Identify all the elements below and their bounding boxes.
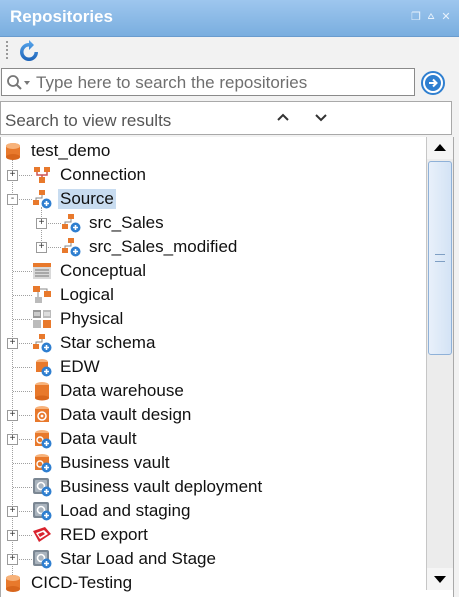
tree-connector [13, 487, 32, 488]
search-input[interactable] [36, 72, 408, 94]
collapse-icon[interactable]: - [7, 194, 18, 205]
tree-item-label[interactable]: Business vault deployment [58, 477, 264, 497]
tree-item[interactable]: + Data vault [1, 427, 427, 451]
tree-item[interactable]: + src_Sales [1, 211, 427, 235]
expand-icon[interactable]: + [7, 170, 18, 181]
tree-item-label[interactable]: Load and staging [58, 501, 192, 521]
close-icon[interactable]: ✕ [441, 10, 451, 23]
restore-icon[interactable]: ❐ [411, 10, 421, 23]
tree-item[interactable]: + Connection [1, 163, 427, 187]
tree-item-label[interactable]: test_demo [29, 141, 112, 161]
expand-icon[interactable]: + [7, 338, 18, 349]
tree-connector [13, 295, 32, 296]
data-vault-icon [35, 430, 52, 449]
tree-item[interactable]: + Load and staging [1, 499, 427, 523]
title-bar: Repositories ❐ ⩟ ✕ [0, 0, 459, 37]
toolbar [0, 37, 459, 65]
tree-item[interactable]: Business vault deployment [1, 475, 427, 499]
tree-item-label[interactable]: Physical [58, 309, 125, 329]
edw-icon [36, 359, 52, 377]
database-icon [6, 575, 20, 592]
tree-connector [13, 367, 32, 368]
pin-icon[interactable]: ⩟ [426, 10, 436, 23]
tree-item-label[interactable]: Data warehouse [58, 381, 186, 401]
tree-item[interactable]: + Star schema [1, 331, 427, 355]
physical-model-icon [33, 310, 51, 328]
scroll-down-button[interactable] [427, 568, 453, 590]
tree-item[interactable]: Data warehouse [1, 379, 427, 403]
search-results-bar: Search to view results [0, 101, 452, 135]
scrollbar-grip [435, 254, 445, 262]
tree-item-label[interactable]: Source [58, 189, 116, 209]
repository-tree: test_demo + Connection - Source + src_Sales + sr… [0, 137, 454, 597]
toolbar-grip[interactable] [6, 41, 8, 59]
logical-model-icon [33, 286, 51, 303]
expand-icon[interactable]: + [7, 410, 18, 421]
chevron-up-icon[interactable] [274, 110, 292, 124]
expand-icon[interactable]: + [7, 530, 18, 541]
tree-item-label[interactable]: RED export [58, 525, 150, 545]
tree-connector [13, 319, 32, 320]
tree-item-label[interactable]: Conceptual [58, 261, 148, 281]
panel-title: Repositories [10, 7, 113, 26]
scroll-up-button[interactable] [427, 137, 453, 159]
tree-item[interactable]: Conceptual [1, 259, 427, 283]
tree-item-label[interactable]: EDW [58, 357, 102, 377]
expand-icon[interactable]: + [7, 554, 18, 565]
load-staging-icon [33, 502, 52, 521]
tree-item-label[interactable]: Data vault [58, 429, 139, 449]
tree-item[interactable]: test_demo [1, 139, 427, 163]
tree-connector [13, 391, 32, 392]
tree-connector [13, 271, 32, 272]
red-export-icon [33, 527, 51, 542]
star-schema-icon [33, 334, 52, 353]
expand-icon[interactable]: + [36, 218, 47, 229]
title-controls: ❐ ⩟ ✕ [411, 10, 451, 23]
tree-item[interactable]: EDW [1, 355, 427, 379]
business-vault-icon [35, 454, 52, 473]
data-vault-design-icon [35, 406, 49, 422]
tree-item-label[interactable]: Star Load and Stage [58, 549, 218, 569]
expand-icon[interactable]: + [7, 434, 18, 445]
tree-item-label[interactable]: src_Sales [87, 213, 166, 233]
tree-item[interactable]: + RED export [1, 523, 427, 547]
source-hierarchy-icon [33, 190, 52, 209]
scrollbar-thumb[interactable] [428, 161, 452, 355]
tree-item-label[interactable]: src_Sales_modified [87, 237, 239, 257]
tree-item[interactable]: Physical [1, 307, 427, 331]
connection-icon [34, 167, 50, 183]
expand-icon[interactable]: + [7, 506, 18, 517]
database-icon [6, 143, 20, 160]
search-icon[interactable] [6, 74, 32, 92]
tree-item[interactable]: Business vault [1, 451, 427, 475]
chevron-down-icon[interactable] [312, 110, 330, 124]
tree-item[interactable]: + Star Load and Stage [1, 547, 427, 571]
tree-item-label[interactable]: CICD-Testing [29, 573, 134, 593]
tree-connector [13, 463, 32, 464]
expand-icon[interactable]: + [36, 242, 47, 253]
tree-item-label[interactable]: Logical [58, 285, 116, 305]
tree-item-label[interactable]: Data vault design [58, 405, 193, 425]
tree-item[interactable]: + Data vault design [1, 403, 427, 427]
deployment-icon [33, 478, 52, 497]
tree-item[interactable]: - Source [1, 187, 427, 211]
results-label: Search to view results [5, 111, 172, 130]
tree-item[interactable]: CICD-Testing [1, 571, 427, 595]
vertical-scrollbar[interactable] [426, 137, 453, 590]
arrow-right-circle-icon[interactable] [420, 70, 446, 96]
data-warehouse-icon [35, 382, 49, 401]
load-staging-icon [33, 550, 52, 569]
tree-item[interactable]: Logical [1, 283, 427, 307]
tree-item[interactable]: + src_Sales_modified [1, 235, 427, 259]
search-box [1, 68, 415, 96]
refresh-icon[interactable] [17, 39, 41, 63]
repositories-panel: Repositories ❐ ⩟ ✕ Search to [0, 0, 459, 597]
tree-item-label[interactable]: Star schema [58, 333, 157, 353]
search-row [0, 67, 459, 99]
tree-item-label[interactable]: Connection [58, 165, 148, 185]
conceptual-model-icon [33, 263, 51, 279]
tree-item-label[interactable]: Business vault [58, 453, 172, 473]
source-hierarchy-icon [62, 214, 81, 233]
source-hierarchy-icon [62, 238, 81, 257]
